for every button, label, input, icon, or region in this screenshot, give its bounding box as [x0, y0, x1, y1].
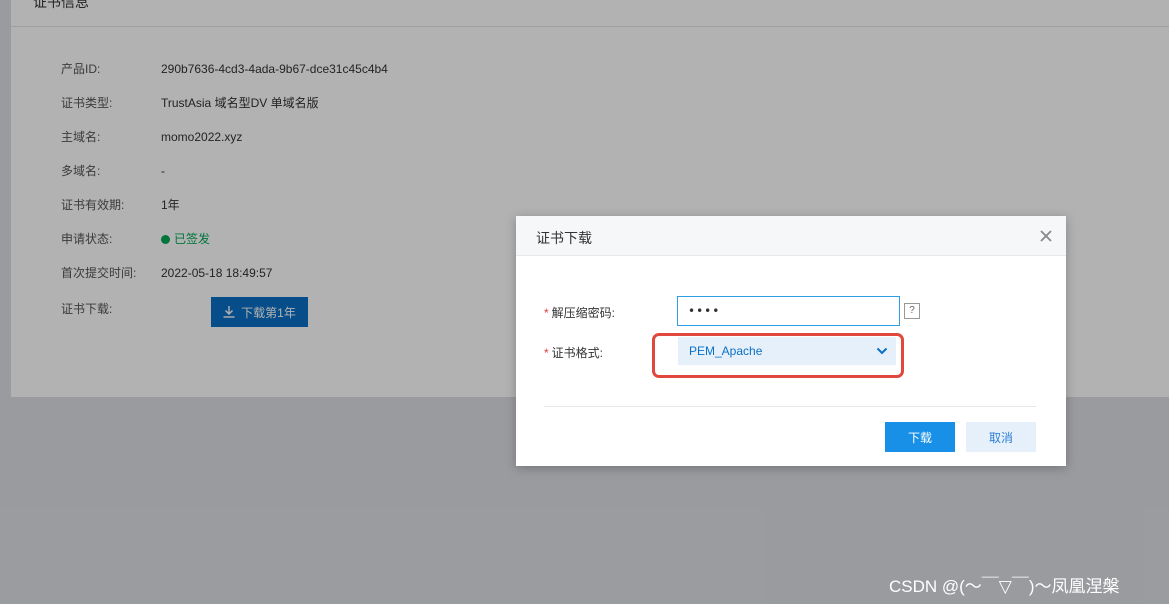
help-icon[interactable]: ? [904, 303, 920, 319]
format-select[interactable]: PEM_Apache [678, 337, 896, 365]
chevron-down-icon [876, 347, 888, 355]
format-label-text: 证书格式: [551, 346, 604, 360]
password-label: * 解压缩密码: [544, 304, 615, 321]
format-label: * 证书格式: [544, 344, 603, 361]
password-input[interactable] [677, 296, 900, 326]
format-select-value: PEM_Apache [689, 344, 763, 358]
dialog-divider [544, 406, 1036, 407]
close-button[interactable] [1036, 226, 1056, 246]
close-icon [1040, 230, 1052, 242]
dialog-title: 证书下载 [536, 230, 592, 246]
required-mark: * [544, 306, 549, 320]
certificate-download-dialog: 证书下载 *解压缩密码: ? *证书格式: PEM_Apache 下载 取消 [516, 216, 1066, 466]
download-confirm-button[interactable]: 下载 [885, 422, 955, 452]
cancel-button[interactable]: 取消 [966, 422, 1036, 452]
dialog-header: 证书下载 [516, 216, 1066, 256]
page: 证书信息 产品ID: 290b7636-4cd3-4ada-9b67-dce31… [0, 0, 1169, 604]
password-label-text: 解压缩密码: [551, 306, 616, 320]
required-mark: * [544, 346, 549, 360]
watermark: CSDN @(～￣▽￣)～凤凰涅槃 [889, 577, 1120, 596]
